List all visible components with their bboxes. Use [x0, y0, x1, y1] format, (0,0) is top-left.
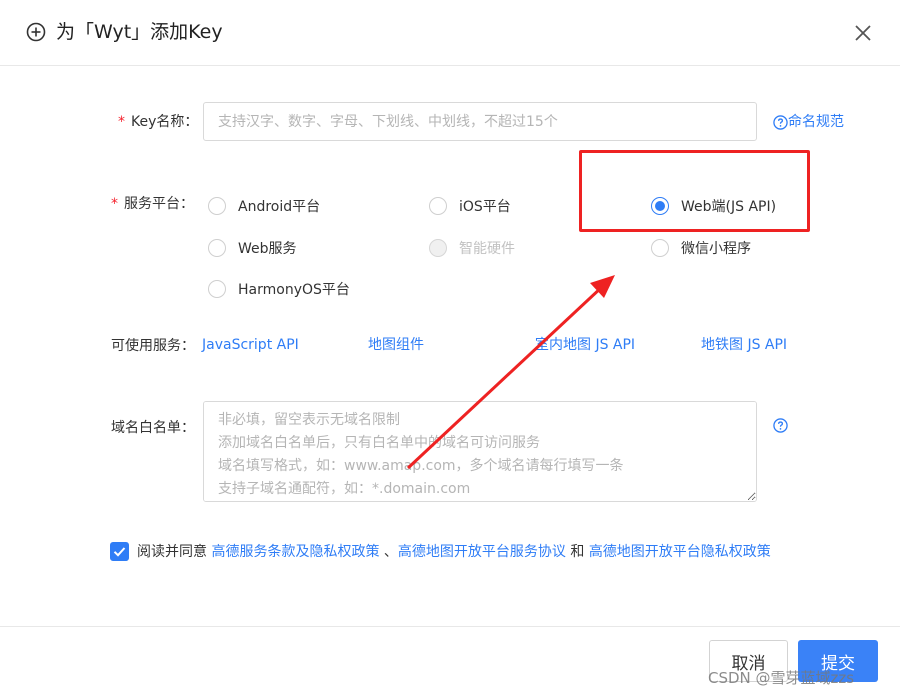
- radio-android[interactable]: Android平台: [208, 195, 320, 217]
- platform-label-text: 服务平台：: [124, 196, 194, 212]
- radio-harmonyos[interactable]: HarmonyOS平台: [208, 278, 350, 300]
- radio-smart-hardware: 智能硬件: [429, 237, 515, 259]
- close-icon[interactable]: [852, 22, 874, 44]
- naming-rules-link[interactable]: 命名规范: [773, 112, 844, 132]
- circle-plus-icon: [26, 22, 46, 42]
- radio-web-service[interactable]: Web服务: [208, 237, 297, 259]
- radio-smart-hardware-label: 智能硬件: [459, 241, 515, 257]
- domain-whitelist-label: 域名白名单：: [111, 420, 195, 436]
- radio-circle: [651, 239, 669, 257]
- checkmark-icon: [113, 547, 126, 557]
- dialog-title: 为「Wyt」添加Key: [56, 21, 223, 43]
- question-circle-icon: [773, 114, 788, 130]
- radio-ios[interactable]: iOS平台: [429, 195, 511, 217]
- agreement-sep1: 、: [383, 544, 398, 560]
- radio-wechat-mini-program[interactable]: 微信小程序: [651, 237, 751, 259]
- annotation-highlight-box: [579, 150, 810, 232]
- radio-circle: [208, 239, 226, 257]
- privacy-policy-link[interactable]: 高德地图开放平台隐私权政策: [589, 544, 771, 560]
- key-name-label: * Key名称：: [118, 112, 198, 132]
- key-name-input[interactable]: [203, 102, 757, 141]
- radio-ios-label: iOS平台: [459, 199, 511, 215]
- radio-android-label: Android平台: [238, 199, 321, 215]
- service-indoor-map-js-api[interactable]: 室内地图 JS API: [535, 335, 635, 355]
- watermark: CSDN @雪芽蓝域zzs: [708, 669, 855, 687]
- agreement-sep2: 和: [570, 544, 585, 560]
- radio-circle: [429, 197, 447, 215]
- radio-harmonyos-label: HarmonyOS平台: [238, 282, 350, 298]
- radio-circle: [208, 197, 226, 215]
- services-label: 可使用服务：: [111, 338, 195, 354]
- service-map-components[interactable]: 地图组件: [368, 335, 424, 355]
- agreement-text: 阅读并同意 高德服务条款及隐私权政策 、高德地图开放平台服务协议 和 高德地图开…: [137, 542, 771, 562]
- key-name-label-text: Key名称：: [131, 114, 199, 130]
- agreement-prefix: 阅读并同意: [137, 544, 207, 560]
- radio-wechat-mini-program-label: 微信小程序: [681, 241, 751, 257]
- domain-whitelist-textarea[interactable]: [203, 401, 757, 502]
- required-mark: *: [118, 114, 125, 130]
- platform-label: * 服务平台：: [111, 194, 194, 214]
- required-mark: *: [111, 196, 118, 212]
- service-javascript-api[interactable]: JavaScript API: [202, 335, 299, 355]
- agreement-checkbox[interactable]: [110, 542, 129, 561]
- radio-circle-disabled: [429, 239, 447, 257]
- radio-circle: [208, 280, 226, 298]
- question-circle-icon[interactable]: [773, 418, 788, 433]
- terms-privacy-link[interactable]: 高德服务条款及隐私权政策: [211, 544, 379, 560]
- service-subway-map-js-api[interactable]: 地铁图 JS API: [701, 335, 787, 355]
- dialog-header: 为「Wyt」添加Key: [0, 0, 900, 66]
- service-agreement-link[interactable]: 高德地图开放平台服务协议: [398, 544, 566, 560]
- add-key-dialog: 为「Wyt」添加Key * Key名称： 命名规范 * 服务平台： Android平…: [0, 0, 900, 696]
- radio-web-service-label: Web服务: [238, 241, 297, 257]
- naming-rules-text: 命名规范: [788, 114, 844, 130]
